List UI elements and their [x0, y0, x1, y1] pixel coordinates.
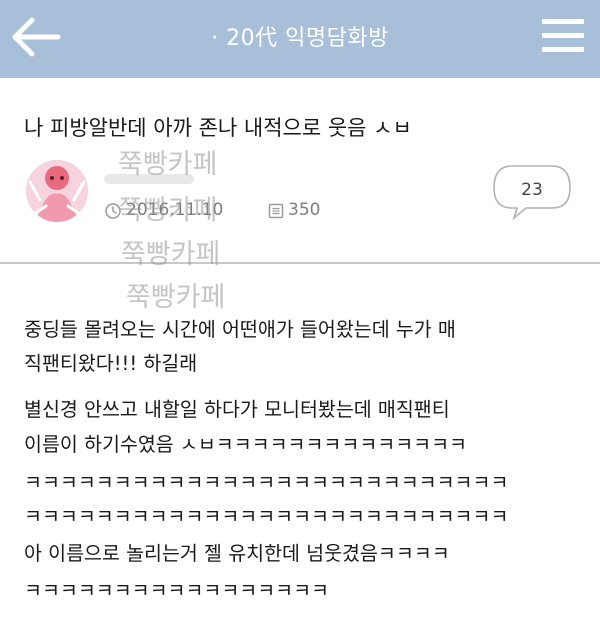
post-body-line: 별신경 안쓰고 내할일 하다가 모니터봤는데 매직팬티 — [24, 398, 450, 421]
post-body-line: 이름이 하기수였음 ㅅㅂㅋㅋㅋㅋㅋㅋㅋㅋㅋㅋㅋㅋㅋㅋ — [24, 433, 467, 456]
post-body-line: ㅋㅋㅋㅋㅋㅋㅋㅋㅋㅋㅋㅋㅋㅋㅋㅋㅋ — [24, 579, 329, 602]
author-name-blurred — [104, 174, 194, 184]
post-body-line: 아 이름으로 놀리는거 젤 유치한데 넘웃겼음ㅋㅋㅋㅋ — [24, 542, 450, 565]
post-body-line: ㅋㅋㅋㅋㅋㅋㅋㅋㅋㅋㅋㅋㅋㅋㅋㅋㅋㅋㅋㅋㅋㅋㅋㅋㅋㅋㅋ — [24, 471, 509, 494]
avatar[interactable] — [26, 160, 88, 222]
divider — [0, 262, 600, 264]
post-date: 2016.11.10 — [126, 200, 224, 220]
page-title: · 20代 익명담화방 — [211, 26, 389, 51]
views-icon — [268, 203, 284, 219]
watermark: 쭉빵카페 — [126, 282, 226, 313]
comment-count[interactable]: 23 — [492, 168, 572, 212]
post-body-line: 직팬티왔다!!! 하길래 — [24, 352, 198, 375]
clock-icon — [105, 203, 121, 219]
post-body-line: 중딩들 몰려오는 시간에 어떤애가 들어왔는데 누가 매 — [24, 318, 456, 341]
header-bar: · 20代 익명담화방 — [0, 0, 600, 78]
view-count: 350 — [288, 200, 321, 220]
post-title: 나 피방알반데 아까 존나 내적으로 웃음 ㅅㅂ — [24, 116, 412, 140]
hamburger-menu-icon[interactable] — [540, 16, 586, 56]
avatar-image — [26, 160, 88, 222]
post-body-line: ㅋㅋㅋㅋㅋㅋㅋㅋㅋㅋㅋㅋㅋㅋㅋㅋㅋㅋㅋㅋㅋㅋㅋㅋㅋㅋㅋ — [24, 505, 509, 528]
watermark: 쭉빵카페 — [121, 239, 221, 270]
